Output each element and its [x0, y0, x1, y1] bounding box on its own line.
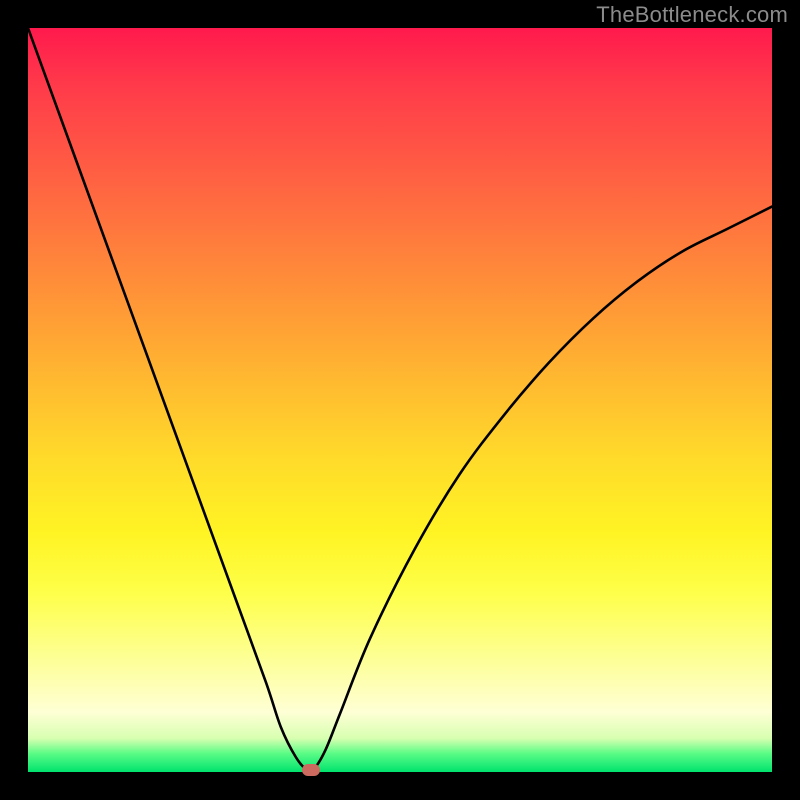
plot-area	[28, 28, 772, 772]
bottleneck-curve	[28, 28, 772, 772]
chart-frame: TheBottleneck.com	[0, 0, 800, 800]
optimum-marker	[302, 764, 320, 776]
watermark-text: TheBottleneck.com	[596, 2, 788, 28]
